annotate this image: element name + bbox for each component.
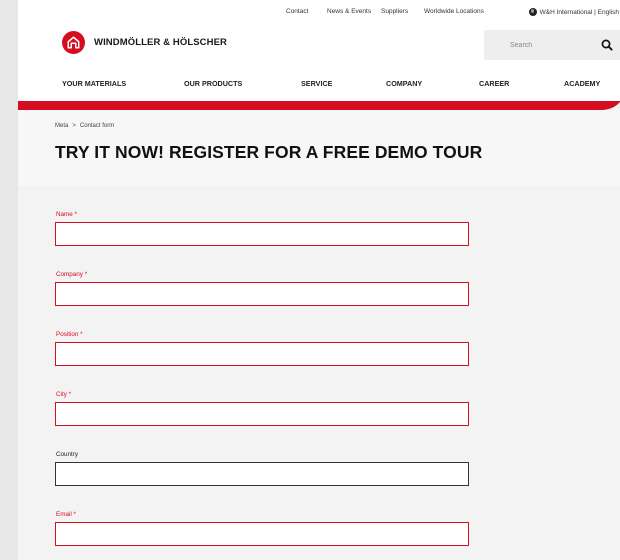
nav-item-academy[interactable]: ACADEMY — [564, 79, 600, 88]
meta-link-contact[interactable]: Contact — [286, 8, 308, 15]
brand-red-band — [18, 101, 620, 110]
name-label: Name * — [56, 211, 77, 218]
logo[interactable]: WINDMÖLLER & HÖLSCHER — [62, 31, 227, 54]
main-navigation: YOUR MATERIALS OUR PRODUCTS SERVICE COMP… — [18, 79, 620, 93]
search-box — [484, 30, 620, 60]
city-label: City * — [56, 391, 72, 398]
page: Contact News & Events Suppliers Worldwid… — [18, 0, 620, 560]
search-input[interactable] — [484, 30, 594, 60]
logo-wordmark: WINDMÖLLER & HÖLSCHER — [94, 37, 227, 48]
name-field[interactable] — [55, 222, 469, 246]
nav-item-company[interactable]: COMPANY — [386, 79, 422, 88]
email-field[interactable] — [55, 522, 469, 546]
nav-item-career[interactable]: CAREER — [479, 79, 509, 88]
city-field[interactable] — [55, 402, 469, 426]
globe-icon — [528, 8, 537, 16]
company-field[interactable] — [55, 282, 469, 306]
nav-item-our-products[interactable]: OUR PRODUCTS — [184, 79, 242, 88]
meta-link-worldwide-locations[interactable]: Worldwide Locations — [424, 8, 484, 15]
breadcrumb-link-meta[interactable]: Meta — [55, 123, 68, 129]
language-selector[interactable]: W&H International | English — [528, 8, 619, 16]
breadcrumb-separator: > — [72, 123, 76, 129]
house-logo-icon — [62, 31, 85, 54]
language-label: W&H International | English — [539, 8, 619, 16]
company-label: Company * — [56, 271, 88, 278]
nav-item-your-materials[interactable]: YOUR MATERIALS — [62, 79, 126, 88]
page-title: TRY IT NOW! REGISTER FOR A FREE DEMO TOU… — [55, 142, 483, 162]
nav-item-service[interactable]: SERVICE — [301, 79, 332, 88]
country-field[interactable] — [55, 462, 469, 486]
breadcrumb: Meta > Contact form — [55, 123, 114, 129]
position-field[interactable] — [55, 342, 469, 366]
meta-link-news-events[interactable]: News & Events — [327, 8, 371, 15]
meta-link-suppliers[interactable]: Suppliers — [381, 8, 408, 15]
search-icon[interactable] — [600, 38, 614, 52]
meta-navigation: Contact News & Events Suppliers Worldwid… — [18, 8, 620, 20]
position-label: Position * — [56, 331, 83, 338]
email-label: Email * — [56, 511, 76, 518]
site-header: Contact News & Events Suppliers Worldwid… — [18, 0, 620, 104]
breadcrumb-current: Contact form — [79, 123, 115, 129]
country-label: Country — [56, 451, 79, 458]
